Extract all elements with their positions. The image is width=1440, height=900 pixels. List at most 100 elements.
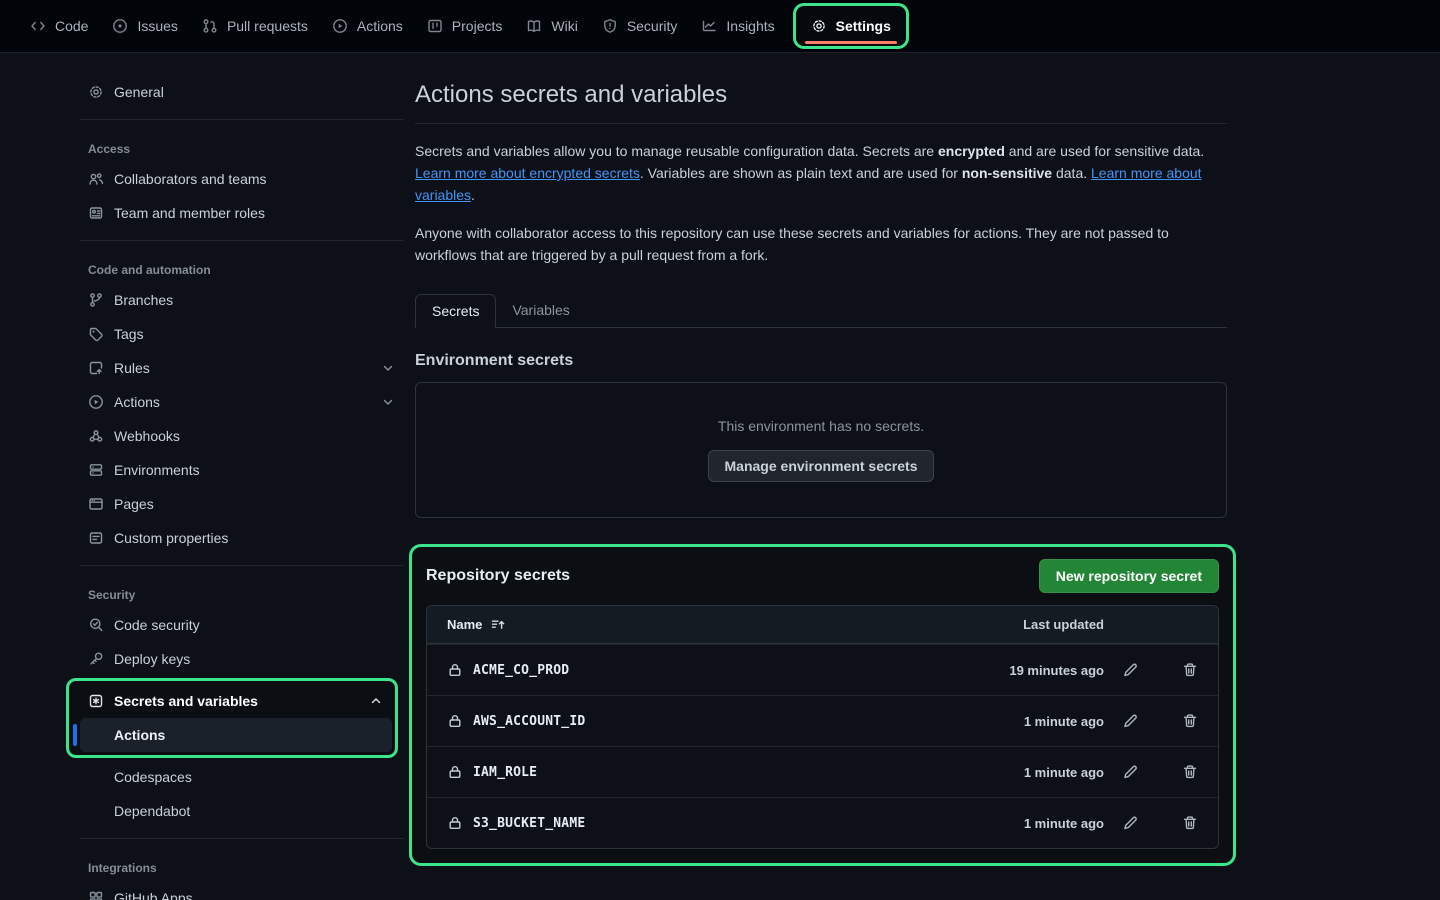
column-header-label: Name xyxy=(447,617,482,632)
pull-request-icon xyxy=(202,18,218,34)
table-row: AWS_ACCOUNT_ID 1 minute ago xyxy=(427,695,1218,746)
table-header-row: Name Last updated xyxy=(427,606,1218,644)
sidebar-item-secrets-and-variables[interactable]: Secrets and variables xyxy=(80,684,392,718)
delete-secret-button[interactable] xyxy=(1182,764,1198,780)
edit-secret-button[interactable] xyxy=(1122,713,1138,729)
sidebar-subitem-actions[interactable]: Actions xyxy=(80,718,392,752)
row-actions xyxy=(1122,662,1198,678)
nav-tab-insights[interactable]: Insights xyxy=(691,10,784,42)
sidebar-item-label: Secrets and variables xyxy=(114,693,258,709)
gear-icon xyxy=(88,84,104,100)
sidebar-item-collaborators[interactable]: Collaborators and teams xyxy=(80,162,404,196)
sidebar-item-label: Actions xyxy=(114,394,160,410)
divider xyxy=(80,838,404,839)
sidebar-item-label: Actions xyxy=(114,727,165,743)
sidebar-item-label: Webhooks xyxy=(114,428,180,444)
sidebar-item-code-security[interactable]: Code security xyxy=(80,608,404,642)
description-text: . Variables are shown as plain text and … xyxy=(640,165,962,181)
edit-secret-button[interactable] xyxy=(1122,815,1138,831)
link-encrypted-secrets[interactable]: Learn more about encrypted secrets xyxy=(415,165,640,181)
nav-tab-pull-requests[interactable]: Pull requests xyxy=(192,10,318,42)
issue-icon xyxy=(112,18,128,34)
trash-icon xyxy=(1182,815,1198,831)
sort-ascending-icon xyxy=(490,617,506,633)
sidebar-section-code-automation: Code and automation xyxy=(80,251,404,283)
chevron-down-icon xyxy=(380,360,396,376)
description-bold-encrypted: encrypted xyxy=(938,143,1005,159)
sidebar-subitem-codespaces[interactable]: Codespaces xyxy=(80,760,404,794)
sidebar-item-label: GitHub Apps xyxy=(114,890,193,900)
rules-icon xyxy=(88,360,104,376)
tab-secrets[interactable]: Secrets xyxy=(415,294,496,328)
code-icon xyxy=(30,18,46,34)
people-icon xyxy=(88,171,104,187)
repo-nav: Code Issues Pull requests Actions Projec… xyxy=(0,0,1440,53)
column-header-name[interactable]: Name xyxy=(447,617,944,633)
sidebar-item-label: Team and member roles xyxy=(114,205,265,221)
nav-tab-label: Pull requests xyxy=(227,18,308,34)
annotation-box-secrets-and-variables: Secrets and variables Actions xyxy=(66,678,398,758)
lock-icon xyxy=(447,662,463,678)
sidebar-item-label: Collaborators and teams xyxy=(114,171,267,187)
sidebar-item-deploy-keys[interactable]: Deploy keys xyxy=(80,642,404,676)
divider xyxy=(80,240,404,241)
trash-icon xyxy=(1182,662,1198,678)
nav-tab-label: Insights xyxy=(726,18,774,34)
nav-tab-issues[interactable]: Issues xyxy=(102,10,187,42)
sidebar-item-label: Code security xyxy=(114,617,200,633)
page-title: Actions secrets and variables xyxy=(415,79,1227,111)
delete-secret-button[interactable] xyxy=(1182,815,1198,831)
delete-secret-button[interactable] xyxy=(1182,713,1198,729)
nav-tab-projects[interactable]: Projects xyxy=(417,10,513,42)
sidebar-item-label: Dependabot xyxy=(114,803,190,819)
sidebar-item-label: Custom properties xyxy=(114,530,228,546)
codescan-icon xyxy=(88,617,104,633)
nav-tab-label: Wiki xyxy=(551,18,577,34)
nav-tab-settings[interactable]: Settings xyxy=(796,6,906,46)
sidebar-item-team-roles[interactable]: Team and member roles xyxy=(80,196,404,230)
sidebar-subitem-dependabot[interactable]: Dependabot xyxy=(80,794,404,828)
divider xyxy=(415,123,1227,124)
description-paragraph-1: Secrets and variables allow you to manag… xyxy=(415,140,1227,206)
lock-icon xyxy=(447,815,463,831)
tab-variables[interactable]: Variables xyxy=(496,294,585,328)
nav-tab-code[interactable]: Code xyxy=(20,10,98,42)
sidebar-item-label: Codespaces xyxy=(114,769,192,785)
nav-tab-wiki[interactable]: Wiki xyxy=(516,10,587,42)
nav-tab-actions[interactable]: Actions xyxy=(322,10,413,42)
sidebar-item-general[interactable]: General xyxy=(80,75,404,109)
lock-icon xyxy=(447,764,463,780)
secrets-variables-tabnav: Secrets Variables xyxy=(415,294,1227,328)
sidebar-section-access: Access xyxy=(80,130,404,162)
repository-secrets-heading: Repository secrets xyxy=(426,567,570,585)
sidebar-item-webhooks[interactable]: Webhooks xyxy=(80,419,404,453)
new-repository-secret-button[interactable]: New repository secret xyxy=(1039,559,1219,593)
sidebar-item-environments[interactable]: Environments xyxy=(80,453,404,487)
tag-icon xyxy=(88,326,104,342)
id-badge-icon xyxy=(88,205,104,221)
trash-icon xyxy=(1182,713,1198,729)
sidebar-item-actions[interactable]: Actions xyxy=(80,385,404,419)
sidebar-item-tags[interactable]: Tags xyxy=(80,317,404,351)
divider xyxy=(80,119,404,120)
repository-secrets-table: Name Last updated ACME_CO_PROD 19 minute… xyxy=(426,605,1219,849)
nav-tab-security[interactable]: Security xyxy=(592,10,688,42)
table-row: S3_BUCKET_NAME 1 minute ago xyxy=(427,797,1218,848)
sidebar-item-rules[interactable]: Rules xyxy=(80,351,404,385)
description-text: . xyxy=(471,187,475,203)
edit-secret-button[interactable] xyxy=(1122,662,1138,678)
delete-secret-button[interactable] xyxy=(1182,662,1198,678)
sidebar-item-label: Environments xyxy=(114,462,200,478)
sidebar-item-label: Pages xyxy=(114,496,154,512)
pencil-icon xyxy=(1122,815,1138,831)
sidebar-item-branches[interactable]: Branches xyxy=(80,283,404,317)
edit-secret-button[interactable] xyxy=(1122,764,1138,780)
manage-environment-secrets-button[interactable]: Manage environment secrets xyxy=(708,450,935,482)
sidebar-item-pages[interactable]: Pages xyxy=(80,487,404,521)
play-circle-icon xyxy=(88,394,104,410)
asterisk-box-icon xyxy=(88,693,104,709)
sidebar-item-custom-properties[interactable]: Custom properties xyxy=(80,521,404,555)
secret-name-cell: ACME_CO_PROD xyxy=(447,662,944,678)
sidebar-item-github-apps[interactable]: GitHub Apps xyxy=(80,881,404,900)
secret-name: IAM_ROLE xyxy=(473,765,537,780)
